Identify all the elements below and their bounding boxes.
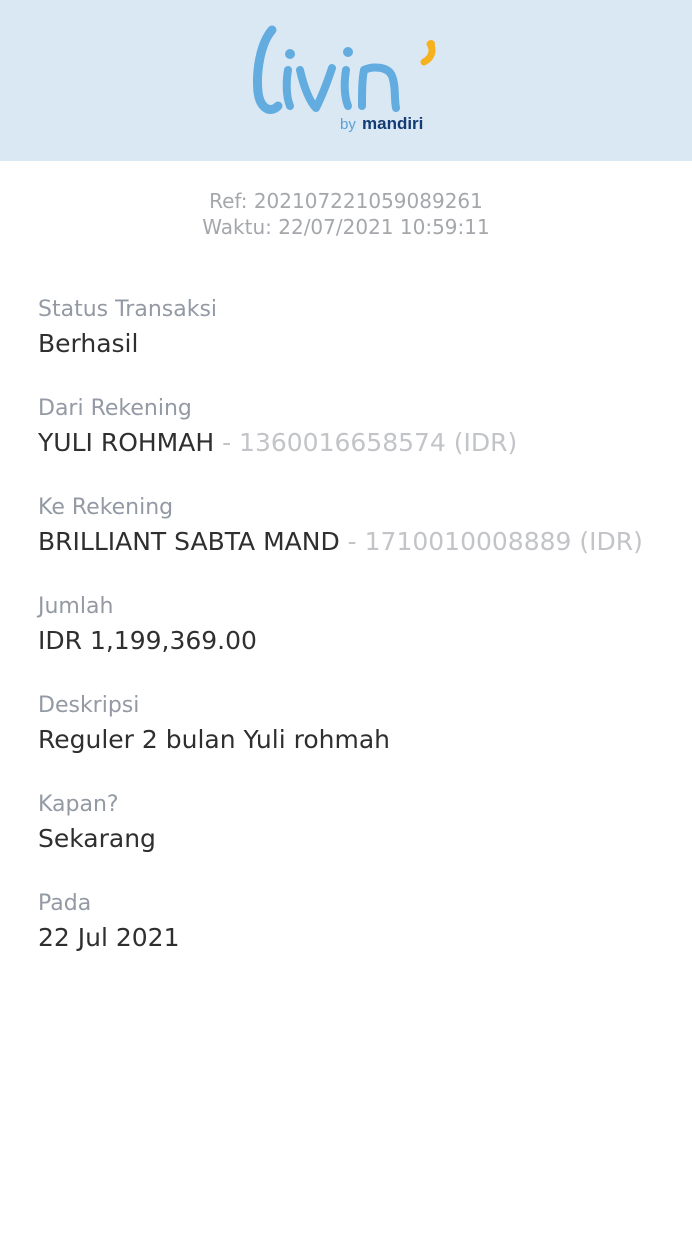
brand-header: by mandiri — [0, 0, 692, 161]
from-account-name: YULI ROHMAH — [38, 428, 215, 457]
to-account-label: Ke Rekening — [38, 495, 174, 520]
from-account-label: Dari Rekening — [38, 396, 192, 421]
field-from-account: Dari Rekening YULI ROHMAH - 136001665857… — [38, 395, 678, 460]
from-account-number: - 1360016658574 (IDR) — [214, 428, 518, 457]
field-status: Status Transaksi Berhasil — [38, 296, 678, 361]
status-label: Status Transaksi — [38, 297, 218, 322]
from-account-value: YULI ROHMAH - 1360016658574 (IDR) — [38, 426, 678, 460]
field-amount: Jumlah IDR 1,199,369.00 — [38, 593, 678, 658]
status-value: Berhasil — [38, 329, 139, 358]
logo-by-text: by — [340, 116, 356, 133]
field-date: Pada 22 Jul 2021 — [38, 890, 678, 955]
amount-value: IDR 1,199,369.00 — [38, 626, 257, 655]
field-to-account: Ke Rekening BRILLIANT SABTA MAND - 17100… — [38, 494, 678, 559]
amount-label: Jumlah — [38, 594, 114, 619]
when-value: Sekarang — [38, 824, 156, 853]
logo-mandiri-text: mandiri — [362, 114, 423, 133]
field-when: Kapan? Sekarang — [38, 791, 678, 856]
date-value: 22 Jul 2021 — [38, 923, 180, 952]
description-label: Deskripsi — [38, 693, 140, 718]
to-account-name: BRILLIANT SABTA MAND — [38, 527, 340, 556]
date-label: Pada — [38, 891, 92, 916]
reference-number: Ref: 202107221059089261 — [209, 189, 483, 213]
transaction-time: Waktu: 22/07/2021 10:59:11 — [202, 215, 490, 239]
livin-mandiri-logo: by mandiri — [250, 22, 442, 138]
field-description: Deskripsi Reguler 2 bulan Yuli rohmah — [38, 692, 678, 757]
to-account-value: BRILLIANT SABTA MAND - 1710010008889 (ID… — [38, 525, 678, 559]
description-value: Reguler 2 bulan Yuli rohmah — [38, 725, 390, 754]
when-label: Kapan? — [38, 792, 119, 817]
to-account-number: - 1710010008889 (IDR) — [339, 527, 643, 556]
